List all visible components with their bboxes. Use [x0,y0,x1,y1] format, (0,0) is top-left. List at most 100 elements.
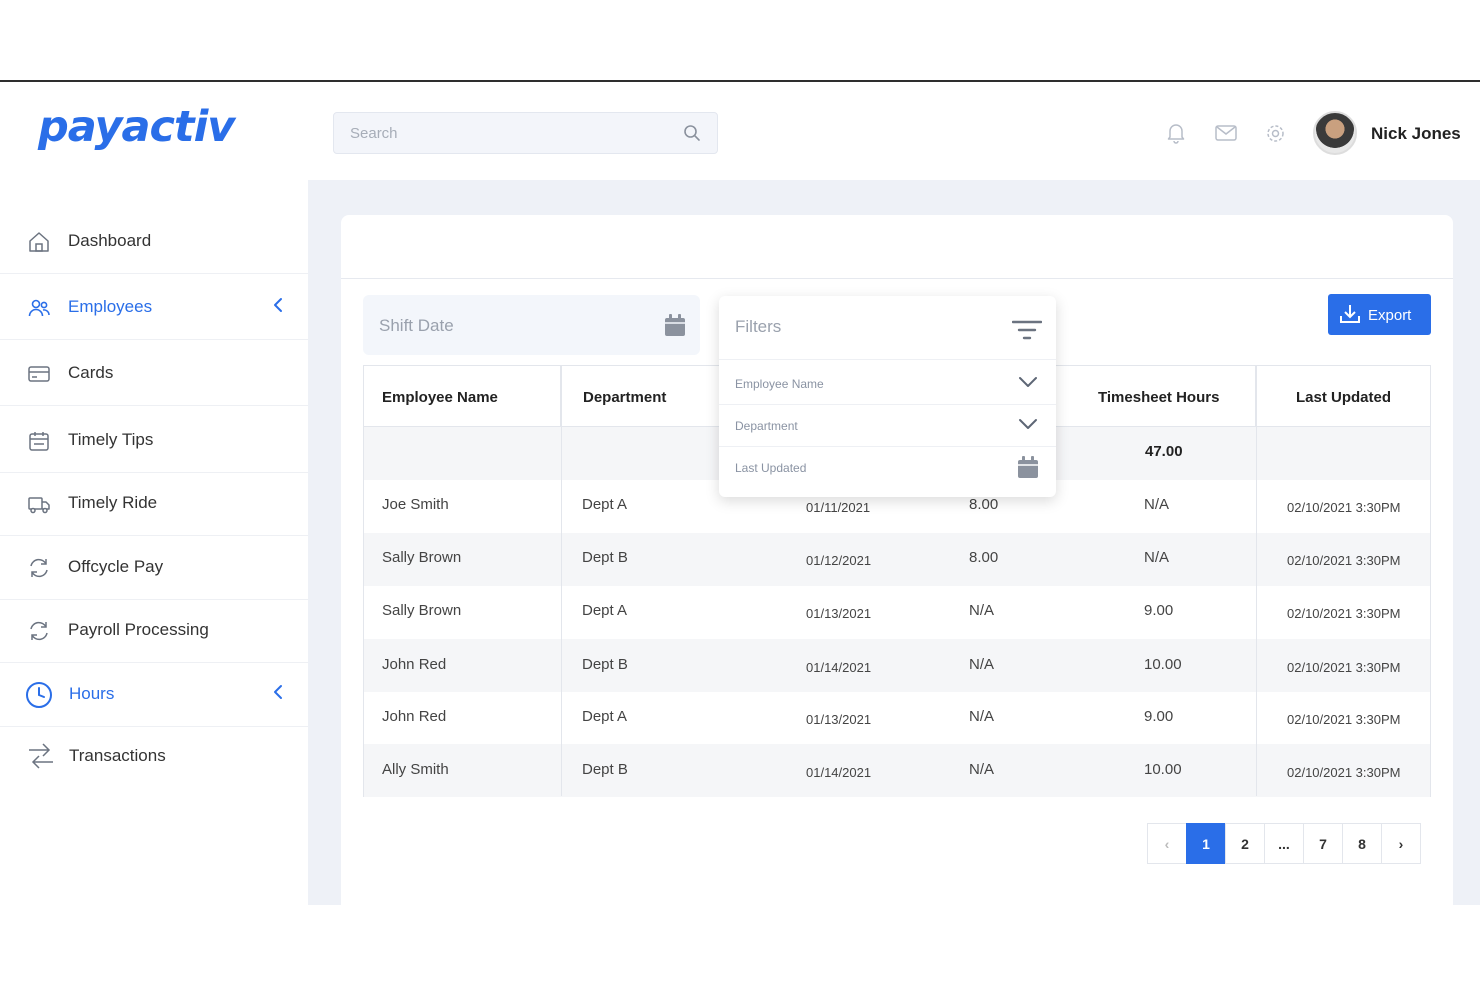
sidebar-item-offcycle-pay[interactable]: Offcycle Pay [0,536,308,600]
filter-icon[interactable] [1011,320,1043,345]
divider [341,278,1453,279]
table-row[interactable]: Ally Smith Dept B 01/14/2021 N/A 10.00 0… [364,744,1430,797]
table-row[interactable]: John Red Dept B 01/14/2021 N/A 10.00 02/… [364,639,1430,692]
cell-timesheet-hours: N/A [1144,496,1170,513]
download-icon [1340,304,1360,328]
cell-department: Dept B [582,761,628,778]
cell-timesheet-hours: 10.00 [1144,761,1182,778]
cell-shift-date: 01/14/2021 [806,765,872,780]
filter-last-updated[interactable]: Last Updated [719,447,1056,489]
chevron-left-icon[interactable] [271,683,285,706]
chevron-down-icon[interactable] [1018,417,1038,436]
sidebar-item-label: Cards [68,363,114,382]
calendar-icon [27,429,51,453]
mail-icon[interactable] [1215,125,1237,146]
filter-label: Last Updated [735,461,807,475]
cell-hours: N/A [969,761,995,778]
pagination: ‹ 1 2 ... 7 8 › [1147,823,1421,864]
sidebar-item-label: Payroll Processing [68,620,209,639]
filters-title: Filters [735,317,782,336]
cell-shift-date: 01/13/2021 [806,712,872,727]
sidebar-item-employees[interactable]: Employees [0,276,308,340]
search-box[interactable] [333,112,718,154]
card-icon [27,362,51,386]
sidebar-item-hours[interactable]: Hours [0,663,308,727]
calendar-icon[interactable] [1018,456,1038,483]
users-icon [27,296,51,320]
pagination-next[interactable]: › [1381,823,1421,864]
refresh-icon [27,556,51,580]
sidebar-item-transactions[interactable]: Transactions [0,725,308,789]
pagination-prev[interactable]: ‹ [1147,823,1187,864]
export-button[interactable]: Export [1328,294,1431,335]
divider [1256,366,1257,796]
sidebar-item-cards[interactable]: Cards [0,342,308,406]
search-icon[interactable] [683,124,701,147]
cell-department: Dept A [582,496,628,513]
divider [561,366,562,796]
payactiv-logo[interactable]: payactiv [38,102,235,152]
cell-department: Dept B [582,656,628,673]
table-row[interactable]: Sally Brown Dept B 01/12/2021 8.00 N/A 0… [364,533,1430,586]
cell-hours: 8.00 [969,549,999,566]
cell-timesheet-hours: 9.00 [1144,708,1174,725]
sidebar: Dashboard Employees Cards Timely Tips Ti… [0,180,308,905]
filter-department[interactable]: Department [719,405,1056,447]
table-row[interactable]: John Red Dept A 01/13/2021 N/A 9.00 02/1… [364,692,1430,745]
pagination-page[interactable]: 7 [1303,823,1343,864]
sidebar-item-label: Offcycle Pay [68,557,164,576]
pagination-ellipsis: ... [1264,823,1304,864]
cell-last-updated: 02/10/2021 3:30PM [1287,660,1401,675]
sidebar-item-label: Timely Tips [68,430,154,449]
sidebar-item-label: Employees [68,297,153,316]
filters-header[interactable]: Filters [719,296,1056,360]
pagination-page[interactable]: 8 [1342,823,1382,864]
pagination-page[interactable]: 1 [1186,823,1226,864]
cell-last-updated: 02/10/2021 3:30PM [1287,553,1401,568]
bell-icon[interactable] [1166,122,1186,149]
cell-department: Dept B [582,549,628,566]
cell-shift-date: 01/13/2021 [806,606,872,621]
cell-employee-name: Ally Smith [382,761,449,778]
table-row[interactable]: Sally Brown Dept A 01/13/2021 N/A 9.00 0… [364,586,1430,639]
shift-date-picker[interactable]: Shift Date [363,295,700,355]
cell-employee-name: John Red [382,656,447,673]
search-input[interactable] [350,113,670,153]
cell-hours: N/A [969,602,995,619]
filters-dropdown[interactable]: Filters Employee Name Department Last Up… [719,296,1056,497]
sidebar-item-dashboard[interactable]: Dashboard [0,210,308,274]
clock-icon [25,681,52,708]
refresh-icon [27,619,51,643]
total-timesheet-hours: 47.00 [1145,443,1183,460]
top-header: payactiv Nick Jones [0,82,1480,180]
column-header-last-updated[interactable]: Last Updated [1256,366,1430,426]
cell-employee-name: Sally Brown [382,602,462,619]
export-label: Export [1368,307,1412,324]
avatar[interactable] [1313,111,1357,155]
cell-last-updated: 02/10/2021 3:30PM [1287,712,1401,727]
sidebar-item-label: Transactions [69,746,166,765]
calendar-icon[interactable] [664,313,686,342]
column-header-employee-name[interactable]: Employee Name [364,366,561,426]
sidebar-item-label: Dashboard [68,231,152,250]
cell-shift-date: 01/12/2021 [806,553,872,568]
cell-hours: N/A [969,708,995,725]
cell-department: Dept A [582,602,628,619]
cell-employee-name: John Red [382,708,447,725]
sidebar-item-timely-ride[interactable]: Timely Ride [0,472,308,536]
truck-icon [27,492,51,516]
transfer-icon [27,740,55,770]
cell-employee-name: Joe Smith [382,496,449,513]
sidebar-item-timely-tips[interactable]: Timely Tips [0,409,308,473]
chevron-left-icon[interactable] [271,296,285,319]
cell-timesheet-hours: N/A [1144,549,1170,566]
user-name[interactable]: Nick Jones [1371,124,1461,144]
cell-last-updated: 02/10/2021 3:30PM [1287,765,1401,780]
chevron-down-icon[interactable] [1018,375,1038,394]
gear-icon[interactable] [1265,123,1286,149]
filter-employee-name[interactable]: Employee Name [719,363,1056,405]
cell-shift-date: 01/14/2021 [806,660,872,675]
column-header-timesheet-hours[interactable]: Timesheet Hours [1056,366,1256,426]
pagination-page[interactable]: 2 [1225,823,1265,864]
sidebar-item-payroll-processing[interactable]: Payroll Processing [0,599,308,663]
